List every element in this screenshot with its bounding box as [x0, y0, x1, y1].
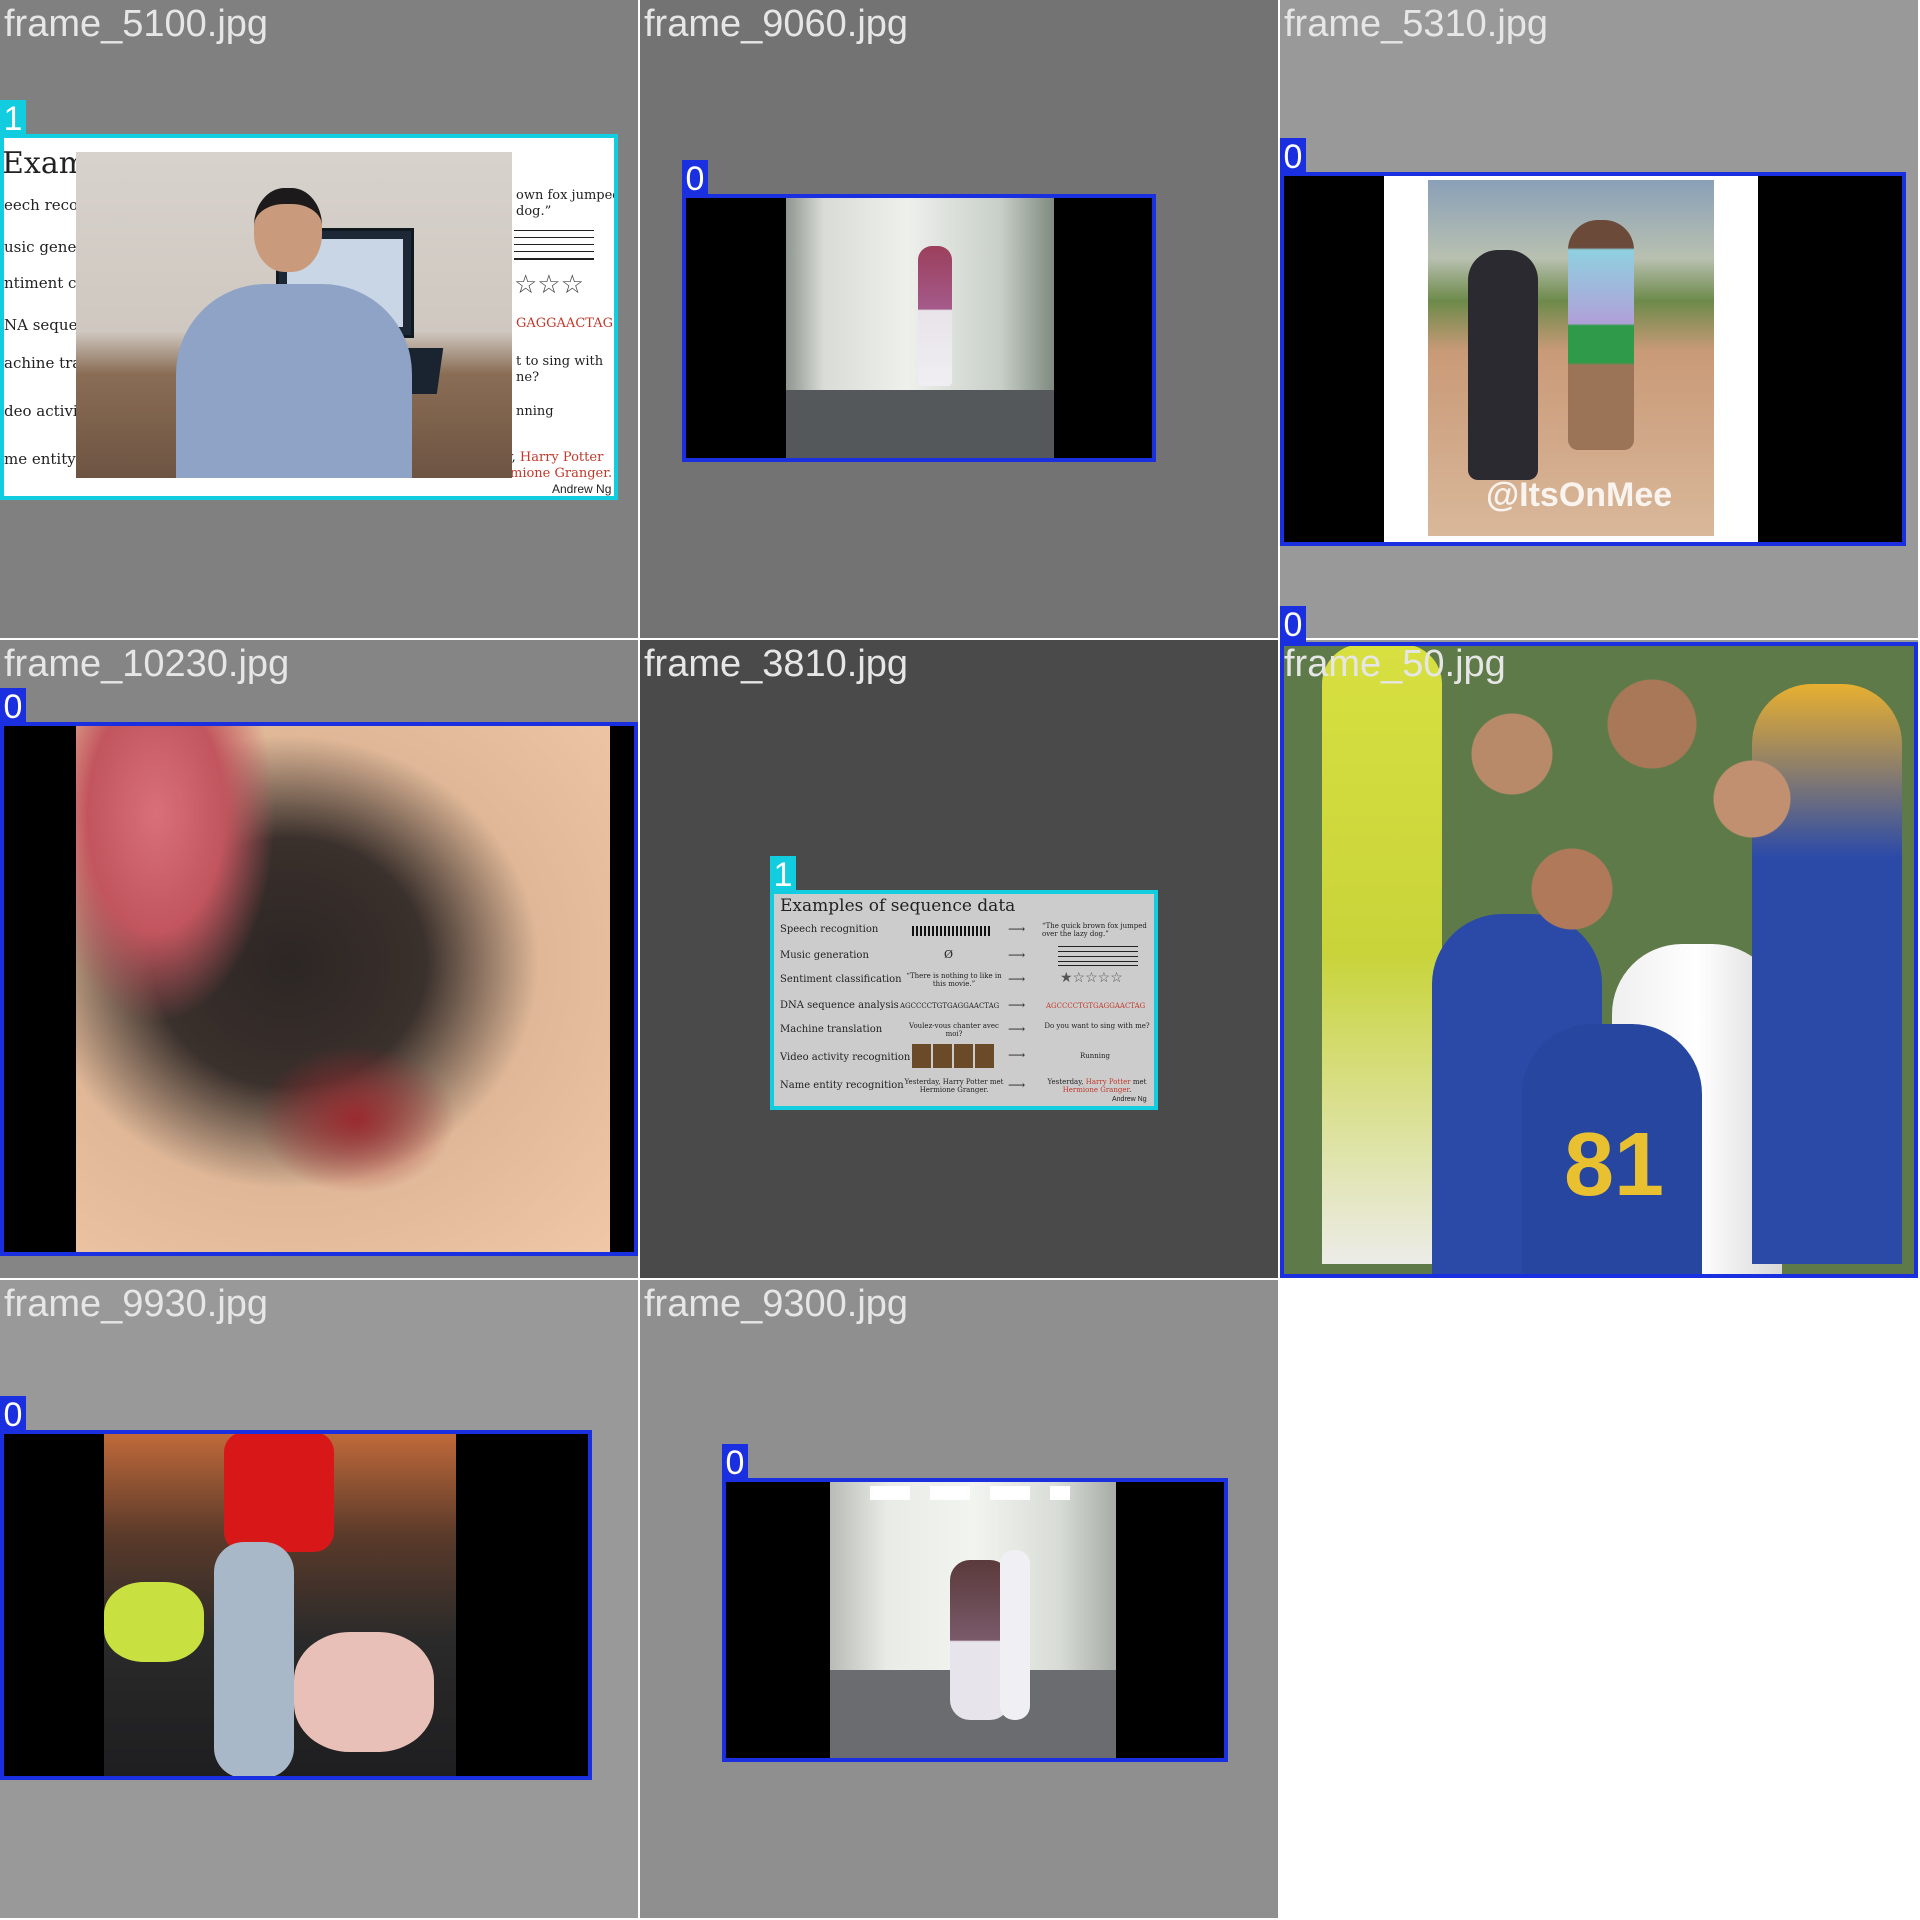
tile-frame-9300[interactable]: 0 frame_9300.jpg: [640, 1280, 1278, 1918]
tile-frame-10230[interactable]: 0 frame_10230.jpg: [0, 640, 638, 1278]
tile-frame-3810[interactable]: Examples of sequence data Speech recogni…: [640, 640, 1278, 1278]
class-label: 0: [1280, 138, 1306, 174]
class-label: 1: [0, 100, 26, 136]
bbox: [0, 722, 638, 1256]
filename-label: frame_9300.jpg: [644, 1283, 909, 1325]
bbox: [722, 1478, 1228, 1762]
bbox: [1280, 172, 1906, 546]
class-label: 0: [0, 688, 26, 724]
filename-label: frame_5310.jpg: [1284, 3, 1549, 45]
tile-frame-9930[interactable]: 0 frame_9930.jpg: [0, 1280, 638, 1918]
tile-frame-5100[interactable]: Examp eech recog usic gener ntiment c NA…: [0, 0, 638, 638]
tile-frame-5310[interactable]: @ItsOnMee 0 frame_5310.jpg: [1280, 0, 1918, 638]
bbox: [770, 890, 1158, 1110]
filename-label: frame_5100.jpg: [4, 3, 269, 45]
bbox: [1280, 642, 1918, 1278]
filename-label: frame_3810.jpg: [644, 643, 909, 685]
bbox: [0, 1430, 592, 1780]
empty-grid-cell: [1280, 1280, 1918, 1918]
class-label: 0: [682, 160, 708, 196]
filename-label: frame_9060.jpg: [644, 3, 909, 45]
tile-frame-50[interactable]: 81 0 frame_50.jpg: [1280, 606, 1918, 1278]
filename-label: frame_50.jpg: [1284, 643, 1506, 685]
bbox: [682, 194, 1156, 462]
class-label: 0: [0, 1396, 26, 1432]
class-label: 0: [722, 1444, 748, 1480]
filename-label: frame_10230.jpg: [4, 643, 290, 685]
class-label: 1: [770, 856, 796, 892]
bbox: [0, 134, 618, 500]
tile-frame-9060[interactable]: 0 frame_9060.jpg: [640, 0, 1278, 638]
class-label: 0: [1280, 606, 1306, 642]
filename-label: frame_9930.jpg: [4, 1283, 269, 1325]
